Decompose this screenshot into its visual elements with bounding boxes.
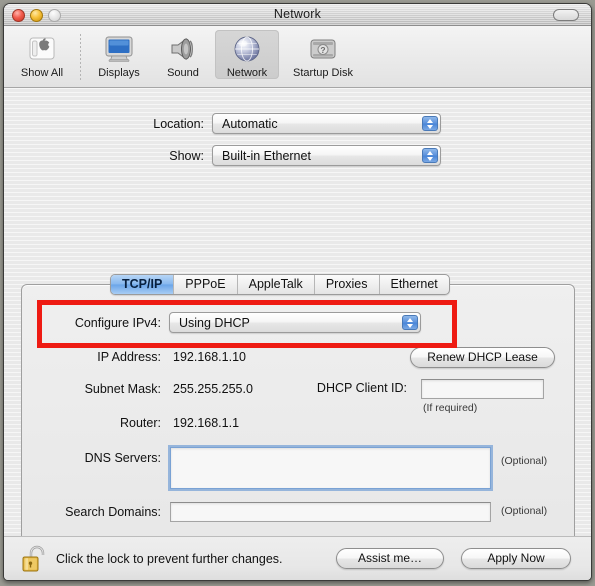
startup-disk-icon: ? xyxy=(279,32,367,66)
subnet-mask-row: Subnet Mask: 255.255.255.0 xyxy=(45,382,253,396)
router-row: Router: 192.168.1.1 xyxy=(45,416,239,430)
show-all-icon xyxy=(10,32,74,66)
dhcp-client-id-hint: (If required) xyxy=(423,402,478,414)
tab-proxies[interactable]: Proxies xyxy=(315,275,380,294)
ip-address-label: IP Address: xyxy=(97,350,161,364)
dhcp-client-id-row: DHCP Client ID: xyxy=(294,381,407,395)
tab-ethernet[interactable]: Ethernet xyxy=(380,275,449,294)
renew-dhcp-lease-button[interactable]: Renew DHCP Lease xyxy=(410,347,555,368)
search-domains-optional-hint: (Optional) xyxy=(501,505,548,517)
toolbar-item-label: Displays xyxy=(98,67,140,79)
svg-text:?: ? xyxy=(320,45,325,55)
configure-ipv4-row: Configure IPv4: Using DHCP xyxy=(45,312,421,333)
preferences-toolbar: Show All Displays Sound Network ? Startu… xyxy=(4,26,591,88)
toolbar-separator xyxy=(80,34,81,82)
configure-ipv4-value: Using DHCP xyxy=(179,315,250,330)
tab-appletalk[interactable]: AppleTalk xyxy=(238,275,315,294)
dns-servers-input[interactable] xyxy=(168,445,493,491)
configure-ipv4-label: Configure IPv4: xyxy=(74,315,161,330)
ip-address-value: 192.168.1.10 xyxy=(173,350,246,364)
router-label: Router: xyxy=(120,416,161,430)
chevron-updown-icon xyxy=(402,315,418,330)
toolbar-item-label: Startup Disk xyxy=(293,67,353,79)
location-label: Location: xyxy=(153,116,204,131)
tab-pppoe[interactable]: PPPoE xyxy=(174,275,238,294)
location-value: Automatic xyxy=(222,116,278,131)
subnet-mask-label: Subnet Mask: xyxy=(84,382,161,396)
preferences-content: Location: Automatic Show: Built-in Ether… xyxy=(4,88,591,580)
sound-icon xyxy=(151,32,215,66)
window-titlebar: Network xyxy=(4,4,591,26)
apply-now-button[interactable]: Apply Now xyxy=(461,548,571,569)
tab-bar: TCP/IP PPPoE AppleTalk Proxies Ethernet xyxy=(110,274,450,295)
configure-ipv4-popup-button[interactable]: Using DHCP xyxy=(169,312,421,333)
show-popup-button[interactable]: Built-in Ethernet xyxy=(212,145,441,166)
tab-tcpip[interactable]: TCP/IP xyxy=(111,275,175,294)
assist-me-button[interactable]: Assist me… xyxy=(336,548,444,569)
dns-servers-label: DNS Servers: xyxy=(84,451,161,465)
subnet-mask-value: 255.255.255.0 xyxy=(173,382,253,396)
show-row: Show: Built-in Ethernet xyxy=(100,145,441,166)
dhcp-client-id-label: DHCP Client ID: xyxy=(316,381,407,395)
toolbar-item-label: Show All xyxy=(20,67,64,79)
toolbar-item-startup-disk[interactable]: ? Startup Disk xyxy=(279,30,367,79)
location-popup-button[interactable]: Automatic xyxy=(212,113,441,134)
toolbar-item-label: Network xyxy=(226,67,268,79)
toolbar-item-label: Sound xyxy=(167,67,199,79)
show-value: Built-in Ethernet xyxy=(222,148,311,163)
lock-message: Click the lock to prevent further change… xyxy=(56,552,283,566)
toolbar-item-network[interactable]: Network xyxy=(215,30,279,79)
location-row: Location: Automatic xyxy=(100,113,441,134)
network-preferences-window: Network Show All Displays Sound Network … xyxy=(3,3,592,581)
chevron-updown-icon xyxy=(422,116,438,131)
search-domains-input[interactable] xyxy=(170,502,491,522)
ip-address-row: IP Address: 192.168.1.10 xyxy=(45,350,246,364)
network-globe-icon xyxy=(215,32,279,66)
search-domains-label: Search Domains: xyxy=(65,505,161,519)
dns-servers-label-row: DNS Servers: xyxy=(45,451,161,465)
toolbar-item-show-all[interactable]: Show All xyxy=(10,30,74,79)
show-label: Show: xyxy=(169,148,204,163)
toolbar-toggle-button[interactable] xyxy=(553,9,579,21)
chevron-updown-icon xyxy=(422,148,438,163)
screenshot-root: Network Show All Displays Sound Network … xyxy=(0,0,595,586)
dhcp-client-id-input[interactable] xyxy=(421,379,544,399)
toolbar-item-sound[interactable]: Sound xyxy=(151,30,215,79)
window-footer: Click the lock to prevent further change… xyxy=(4,536,591,580)
router-value: 192.168.1.1 xyxy=(173,416,240,430)
toolbar-item-displays[interactable]: Displays xyxy=(87,30,151,79)
window-title: Network xyxy=(273,7,322,21)
displays-icon xyxy=(87,32,151,66)
search-domains-label-row: Search Domains: xyxy=(45,505,161,519)
dns-servers-optional-hint: (Optional) xyxy=(501,455,548,467)
lock-button[interactable] xyxy=(21,542,51,576)
